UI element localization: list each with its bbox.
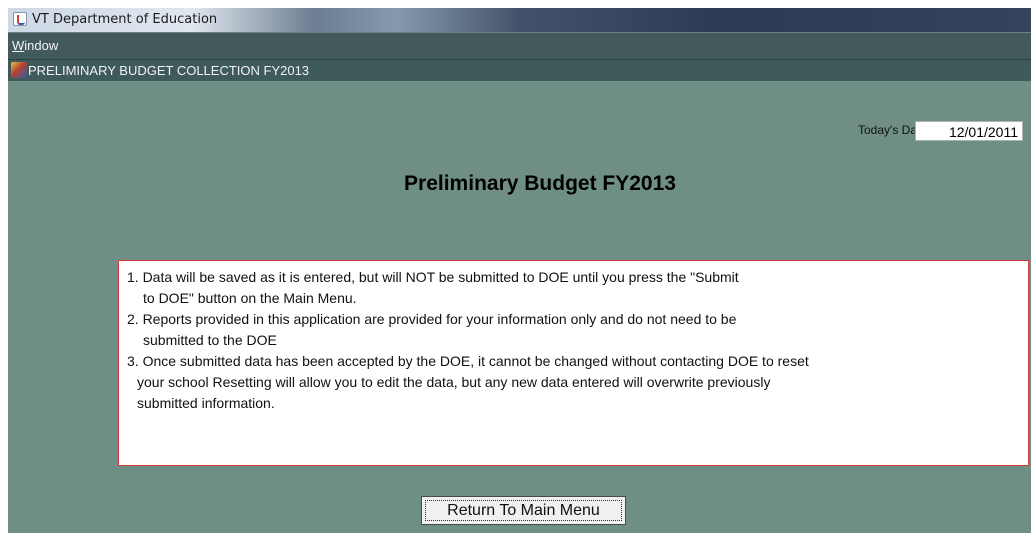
todays-date-field: 12/01/2011: [915, 121, 1023, 141]
instruction-line: to DOE" button on the Main Menu.: [143, 290, 357, 306]
internal-frame-title: PRELIMINARY BUDGET COLLECTION FY2013: [28, 63, 310, 78]
window-title: VT Department of Education: [32, 12, 218, 27]
java-cup-icon: [13, 12, 27, 26]
instruction-line: 2. Reports provided in this application …: [127, 311, 737, 327]
instruction-line: 3. Once submitted data has been accepted…: [127, 353, 809, 369]
menu-window-mnemonic: W: [12, 38, 25, 53]
application-window: VT Department of Education Window PRELIM…: [8, 8, 1031, 533]
internal-frame-title-bar[interactable]: PRELIMINARY BUDGET COLLECTION FY2013: [8, 59, 1031, 81]
instruction-line: submitted information.: [137, 395, 275, 411]
instruction-line: 1. Data will be saved as it is entered, …: [127, 269, 739, 285]
app-frame-icon: [11, 62, 27, 78]
page-title: Preliminary Budget FY2013: [404, 172, 676, 195]
instruction-line: submitted to the DOE: [143, 332, 277, 348]
menu-window-label: indow: [24, 38, 59, 53]
return-button-label: Return To Main Menu: [447, 501, 600, 519]
return-to-main-menu-button[interactable]: Return To Main Menu: [421, 496, 626, 525]
menu-bar: Window: [8, 32, 1031, 59]
instructions-panel: 1. Data will be saved as it is entered, …: [118, 260, 1029, 466]
instruction-line: your school Resetting will allow you to …: [137, 374, 771, 390]
menu-window[interactable]: Window: [12, 38, 58, 53]
window-title-bar[interactable]: VT Department of Education: [8, 8, 1031, 32]
